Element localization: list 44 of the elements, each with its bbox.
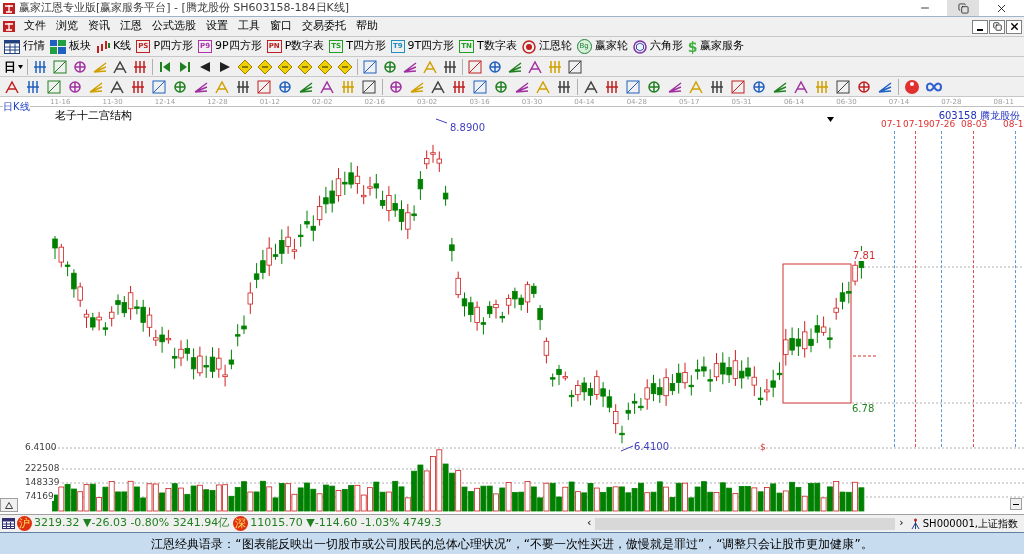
period-dropdown[interactable]: 日: [4, 57, 23, 76]
scroll-left-icon[interactable]: ‹: [582, 515, 596, 532]
menu-item[interactable]: 帮助: [351, 18, 383, 35]
menu-item[interactable]: 工具: [233, 18, 265, 35]
menu-item[interactable]: 资讯: [83, 18, 115, 35]
dollar-icon: $: [687, 39, 698, 54]
period-label: 日K线: [3, 99, 30, 114]
toolbar-button[interactable]: 六角形: [632, 38, 683, 55]
chart-title: 老子十二宫结构: [55, 108, 132, 124]
forecast-date-label: 07-26: [929, 120, 956, 129]
window-title: 赢家江恩专业版[赢家服务平台] - [腾龙股份 SH603158-184日K线]: [19, 0, 350, 16]
high-price-label: 8.8900: [450, 123, 485, 133]
forecast-date-label: 07-19: [903, 120, 930, 129]
box-top-label: 7.81: [853, 251, 876, 261]
menu-item[interactable]: 设置: [201, 18, 233, 35]
quote-text: 江恩经典语录：“图表能反映出一切股市或公司股民的总体心理状况”，“不要一次性买进，傲慢就是罪过”，“调整只会让股市更加健康”。: [151, 535, 873, 553]
index-label: SH000001,上证指数: [922, 517, 1019, 531]
volume-price-label: 6.4100: [25, 443, 57, 452]
index-quote: 11015.70 ▼-114.60 -1.03% 4749.3: [250, 515, 442, 532]
menu-item[interactable]: 文件: [19, 18, 51, 35]
menu-item[interactable]: 交易委托: [297, 18, 351, 35]
toolbar-button[interactable]: $ 赢家服务: [687, 38, 745, 55]
toolbar-button[interactable]: 行情: [4, 38, 45, 55]
low-price-label: 6.4100: [634, 442, 669, 452]
volume-axis-label: 148339: [25, 478, 60, 487]
toolbar-button[interactable]: K线: [96, 38, 132, 55]
stock-symbol: 603158 腾龙股份: [938, 109, 1020, 121]
menu-item[interactable]: 窗口: [265, 18, 297, 35]
forecast-date-label: 08-03: [961, 120, 988, 129]
forecast-date-label: 08-1: [1003, 120, 1024, 129]
toolbar-button[interactable]: 江恩轮: [521, 38, 572, 55]
scroll-right-icon[interactable]: ›: [895, 515, 908, 532]
toolbar-button[interactable]: 板块: [50, 38, 91, 55]
box-bottom-label: 6.78: [852, 404, 875, 414]
volume-axis-label: 222508: [25, 464, 60, 473]
volume-axis-label: 74169: [25, 492, 54, 501]
menu-item[interactable]: 江恩: [115, 18, 147, 35]
index-quote: 3219.32 ▼-26.03 -0.80% 3241.94亿: [34, 515, 230, 532]
market-badge: 深: [233, 516, 249, 531]
market-badge: 沪: [17, 516, 32, 531]
forecast-date-label: 07-1: [881, 120, 902, 129]
menu-item[interactable]: 公式选股: [147, 18, 201, 35]
marker-label: $: [760, 443, 766, 452]
menu-item[interactable]: 浏览: [51, 18, 83, 35]
